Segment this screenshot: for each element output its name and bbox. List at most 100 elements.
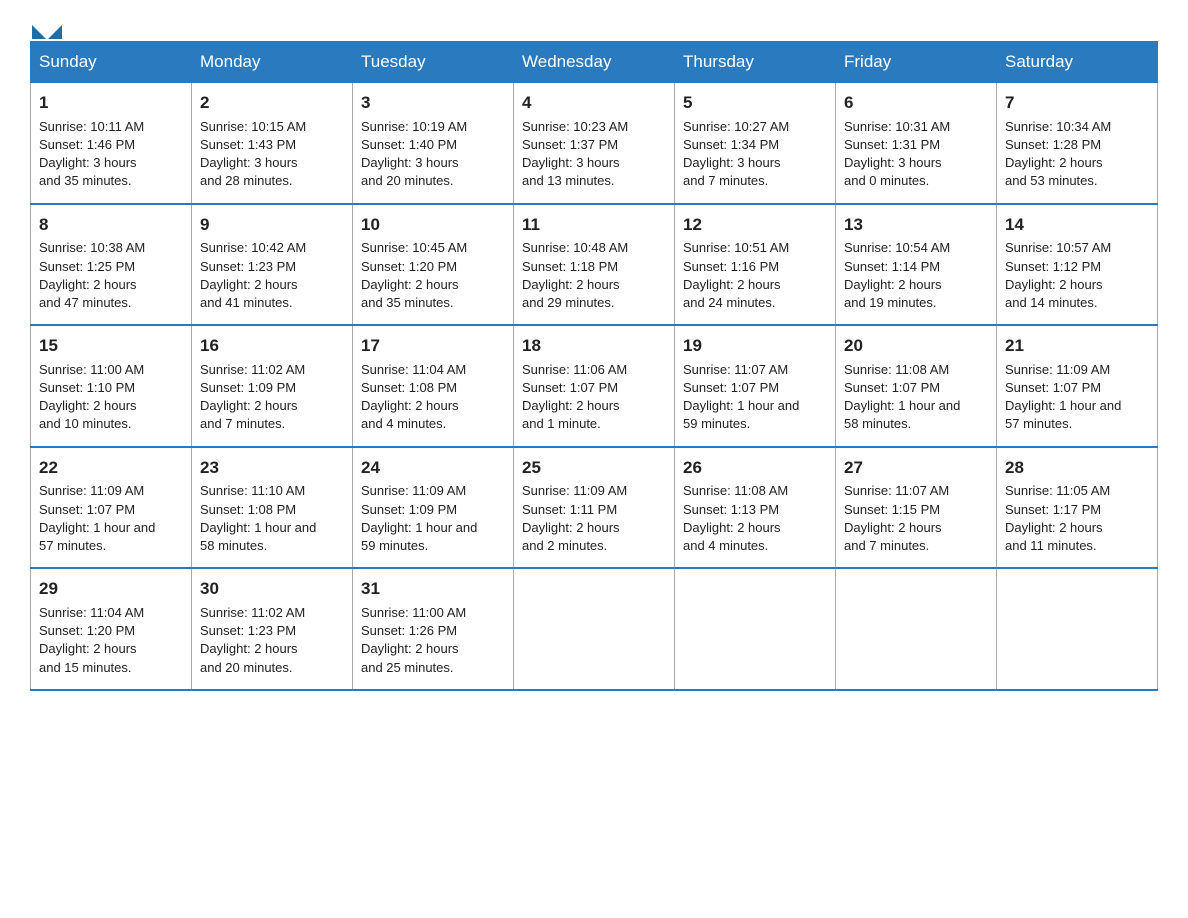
calendar-cell: 20 Sunrise: 11:08 AMSunset: 1:07 PMDaylig… xyxy=(836,325,997,447)
calendar-cell: 12Sunrise: 10:51 AMSunset: 1:16 PMDaylig… xyxy=(675,204,836,326)
day-number: 12 xyxy=(683,213,827,237)
day-info: Sunrise: 11:10 AMSunset: 1:08 PMDaylight… xyxy=(200,482,344,555)
day-number: 26 xyxy=(683,456,827,480)
calendar-cell: 2Sunrise: 10:15 AMSunset: 1:43 PMDayligh… xyxy=(192,83,353,204)
week-row-3: 15 Sunrise: 11:00 AMSunset: 1:10 PMDaylig… xyxy=(31,325,1158,447)
day-info: Sunrise: 11:02 AMSunset: 1:09 PMDaylight… xyxy=(200,361,344,434)
day-info: Sunrise: 10:11 AMSunset: 1:46 PMDaylight… xyxy=(39,118,183,191)
calendar-cell: 5Sunrise: 10:27 AMSunset: 1:34 PMDayligh… xyxy=(675,83,836,204)
calendar-cell: 10Sunrise: 10:45 AMSunset: 1:20 PMDaylig… xyxy=(353,204,514,326)
calendar-cell: 13Sunrise: 10:54 AMSunset: 1:14 PMDaylig… xyxy=(836,204,997,326)
calendar-cell xyxy=(514,568,675,690)
day-info: Sunrise: 11:08 AMSunset: 1:13 PMDaylight… xyxy=(683,482,827,555)
calendar-cell: 19 Sunrise: 11:07 AMSunset: 1:07 PMDaylig… xyxy=(675,325,836,447)
calendar-cell xyxy=(675,568,836,690)
col-header-saturday: Saturday xyxy=(997,42,1158,83)
day-info: Sunrise: 11:08 AMSunset: 1:07 PMDaylight… xyxy=(844,361,988,434)
day-number: 9 xyxy=(200,213,344,237)
day-number: 16 xyxy=(200,334,344,358)
calendar-cell: 21 Sunrise: 11:09 AMSunset: 1:07 PMDaylig… xyxy=(997,325,1158,447)
calendar-cell: 28Sunrise: 11:05 AMSunset: 1:17 PMDaylig… xyxy=(997,447,1158,569)
calendar-cell: 7 Sunrise: 10:34 AMSunset: 1:28 PMDayligh… xyxy=(997,83,1158,204)
day-number: 17 xyxy=(361,334,505,358)
day-number: 15 xyxy=(39,334,183,358)
day-number: 31 xyxy=(361,577,505,601)
day-info: Sunrise: 10:45 AMSunset: 1:20 PMDaylight… xyxy=(361,239,505,312)
calendar-cell: 31 Sunrise: 11:00 AMSunset: 1:26 PMDaylig… xyxy=(353,568,514,690)
day-info: Sunrise: 10:38 AMSunset: 1:25 PMDaylight… xyxy=(39,239,183,312)
day-info: Sunrise: 10:15 AMSunset: 1:43 PMDaylight… xyxy=(200,118,344,191)
logo-triangle-icon xyxy=(48,25,62,39)
calendar-cell: 25Sunrise: 11:09 AMSunset: 1:11 PMDaylig… xyxy=(514,447,675,569)
calendar-cell: 23Sunrise: 11:10 AMSunset: 1:08 PMDaylig… xyxy=(192,447,353,569)
day-number: 14 xyxy=(1005,213,1149,237)
day-number: 19 xyxy=(683,334,827,358)
calendar-cell: 3 Sunrise: 10:19 AMSunset: 1:40 PMDayligh… xyxy=(353,83,514,204)
col-header-friday: Friday xyxy=(836,42,997,83)
day-info: Sunrise: 11:02 AMSunset: 1:23 PMDaylight… xyxy=(200,604,344,677)
day-number: 21 xyxy=(1005,334,1149,358)
day-number: 20 xyxy=(844,334,988,358)
day-info: Sunrise: 11:07 AMSunset: 1:07 PMDaylight… xyxy=(683,361,827,434)
calendar-cell xyxy=(836,568,997,690)
day-number: 11 xyxy=(522,213,666,237)
col-header-thursday: Thursday xyxy=(675,42,836,83)
calendar-cell xyxy=(997,568,1158,690)
day-info: Sunrise: 10:48 AMSunset: 1:18 PMDaylight… xyxy=(522,239,666,312)
day-number: 3 xyxy=(361,91,505,115)
day-info: Sunrise: 10:51 AMSunset: 1:16 PMDaylight… xyxy=(683,239,827,312)
day-info: Sunrise: 11:09 AMSunset: 1:07 PMDaylight… xyxy=(1005,361,1149,434)
day-info: Sunrise: 11:09 AMSunset: 1:11 PMDaylight… xyxy=(522,482,666,555)
day-number: 8 xyxy=(39,213,183,237)
day-number: 7 xyxy=(1005,91,1149,115)
day-number: 29 xyxy=(39,577,183,601)
logo-arrow-icon xyxy=(32,25,46,39)
calendar-cell: 8Sunrise: 10:38 AMSunset: 1:25 PMDayligh… xyxy=(31,204,192,326)
col-header-sunday: Sunday xyxy=(31,42,192,83)
calendar-cell: 29Sunrise: 11:04 AMSunset: 1:20 PMDaylig… xyxy=(31,568,192,690)
calendar-cell: 4Sunrise: 10:23 AMSunset: 1:37 PMDayligh… xyxy=(514,83,675,204)
day-info: Sunrise: 10:57 AMSunset: 1:12 PMDaylight… xyxy=(1005,239,1149,312)
day-number: 23 xyxy=(200,456,344,480)
calendar-cell: 18Sunrise: 11:06 AMSunset: 1:07 PMDaylig… xyxy=(514,325,675,447)
col-header-tuesday: Tuesday xyxy=(353,42,514,83)
calendar-cell: 9Sunrise: 10:42 AMSunset: 1:23 PMDayligh… xyxy=(192,204,353,326)
day-info: Sunrise: 11:09 AMSunset: 1:09 PMDaylight… xyxy=(361,482,505,555)
day-info: Sunrise: 11:09 AMSunset: 1:07 PMDaylight… xyxy=(39,482,183,555)
day-number: 6 xyxy=(844,91,988,115)
day-number: 5 xyxy=(683,91,827,115)
calendar-table: SundayMondayTuesdayWednesdayThursdayFrid… xyxy=(30,41,1158,691)
calendar-cell: 27Sunrise: 11:07 AMSunset: 1:15 PMDaylig… xyxy=(836,447,997,569)
day-number: 27 xyxy=(844,456,988,480)
calendar-header-row: SundayMondayTuesdayWednesdayThursdayFrid… xyxy=(31,42,1158,83)
day-info: Sunrise: 10:23 AMSunset: 1:37 PMDaylight… xyxy=(522,118,666,191)
day-info: Sunrise: 11:00 AMSunset: 1:10 PMDaylight… xyxy=(39,361,183,434)
day-number: 28 xyxy=(1005,456,1149,480)
week-row-4: 22Sunrise: 11:09 AMSunset: 1:07 PMDaylig… xyxy=(31,447,1158,569)
day-number: 1 xyxy=(39,91,183,115)
day-info: Sunrise: 10:31 AMSunset: 1:31 PMDaylight… xyxy=(844,118,988,191)
calendar-cell: 11Sunrise: 10:48 AMSunset: 1:18 PMDaylig… xyxy=(514,204,675,326)
week-row-1: 1 Sunrise: 10:11 AMSunset: 1:46 PMDayligh… xyxy=(31,83,1158,204)
day-info: Sunrise: 10:42 AMSunset: 1:23 PMDaylight… xyxy=(200,239,344,312)
day-info: Sunrise: 11:04 AMSunset: 1:08 PMDaylight… xyxy=(361,361,505,434)
day-info: Sunrise: 10:34 AMSunset: 1:28 PMDaylight… xyxy=(1005,118,1149,191)
day-info: Sunrise: 11:00 AMSunset: 1:26 PMDaylight… xyxy=(361,604,505,677)
calendar-cell: 1 Sunrise: 10:11 AMSunset: 1:46 PMDayligh… xyxy=(31,83,192,204)
day-number: 10 xyxy=(361,213,505,237)
day-info: Sunrise: 10:54 AMSunset: 1:14 PMDaylight… xyxy=(844,239,988,312)
day-info: Sunrise: 11:05 AMSunset: 1:17 PMDaylight… xyxy=(1005,482,1149,555)
week-row-5: 29Sunrise: 11:04 AMSunset: 1:20 PMDaylig… xyxy=(31,568,1158,690)
calendar-cell: 6 Sunrise: 10:31 AMSunset: 1:31 PMDayligh… xyxy=(836,83,997,204)
calendar-cell: 30 Sunrise: 11:02 AMSunset: 1:23 PMDaylig… xyxy=(192,568,353,690)
calendar-cell: 14Sunrise: 10:57 AMSunset: 1:12 PMDaylig… xyxy=(997,204,1158,326)
col-header-wednesday: Wednesday xyxy=(514,42,675,83)
day-number: 30 xyxy=(200,577,344,601)
calendar-cell: 15 Sunrise: 11:00 AMSunset: 1:10 PMDaylig… xyxy=(31,325,192,447)
calendar-cell: 16 Sunrise: 11:02 AMSunset: 1:09 PMDaylig… xyxy=(192,325,353,447)
page-header xyxy=(30,20,1158,31)
day-info: Sunrise: 10:19 AMSunset: 1:40 PMDaylight… xyxy=(361,118,505,191)
week-row-2: 8Sunrise: 10:38 AMSunset: 1:25 PMDayligh… xyxy=(31,204,1158,326)
day-number: 25 xyxy=(522,456,666,480)
calendar-cell: 24Sunrise: 11:09 AMSunset: 1:09 PMDaylig… xyxy=(353,447,514,569)
